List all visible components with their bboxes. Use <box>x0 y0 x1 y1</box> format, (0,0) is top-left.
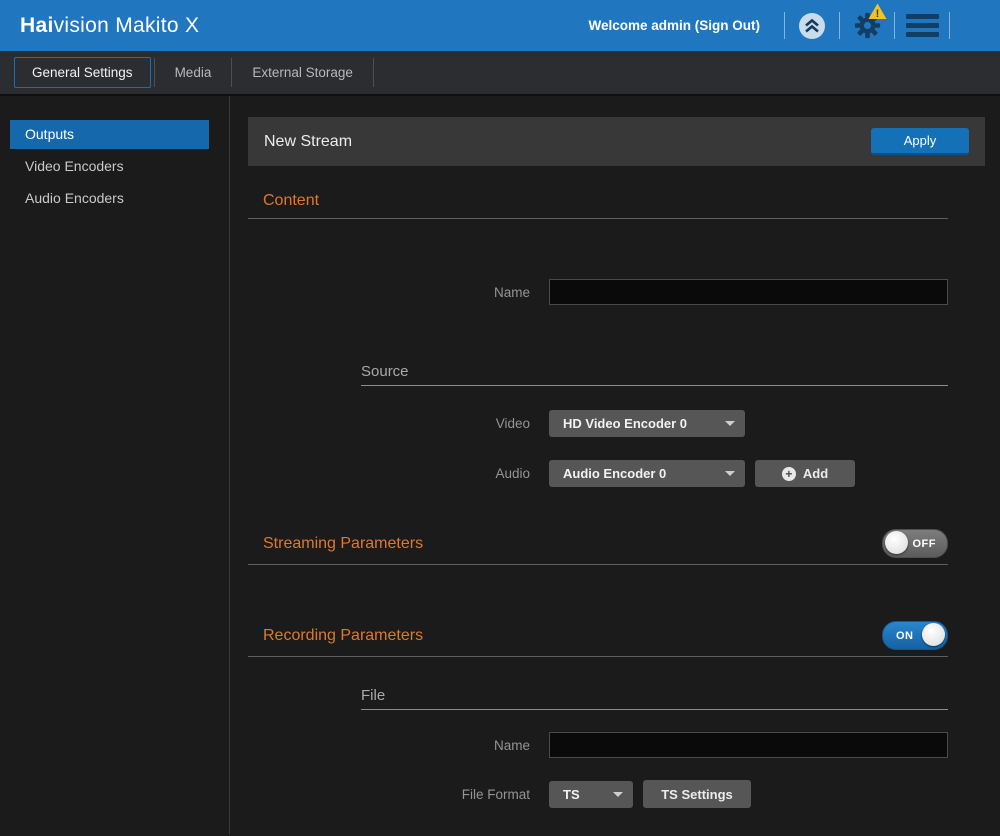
stream-name-input[interactable] <box>549 279 948 305</box>
caret-down-icon <box>725 421 735 426</box>
topbar-right-group: Welcome admin (Sign Out) <box>588 0 1000 51</box>
welcome-text: Welcome admin (Sign Out) <box>588 18 760 33</box>
streaming-section-header: Streaming Parameters OFF <box>248 529 948 558</box>
streaming-toggle-state: OFF <box>913 538 937 550</box>
tab-separator <box>154 58 155 87</box>
sign-out-link[interactable]: (Sign Out) <box>695 18 760 33</box>
audio-source-label: Audio <box>248 466 530 481</box>
menu-icon <box>906 14 939 37</box>
toggle-knob <box>922 623 945 646</box>
top-bar: Haivision Makito X Welcome admin (Sign O… <box>0 0 1000 51</box>
file-subsection-title: File <box>361 687 985 704</box>
topbar-divider <box>949 12 950 39</box>
sidebar-item-video-encoders[interactable]: Video Encoders <box>10 152 209 181</box>
main-content: New Stream Apply Content Name Source Vid… <box>230 96 1000 834</box>
file-format-value: TS <box>563 787 580 802</box>
recording-section-divider <box>248 656 948 657</box>
apply-button[interactable]: Apply <box>871 128 969 155</box>
file-subsection-divider <box>361 709 948 710</box>
caret-down-icon <box>725 471 735 476</box>
source-subsection-title: Source <box>361 363 985 380</box>
plus-circle-icon: + <box>782 467 796 481</box>
file-name-input[interactable] <box>549 732 948 758</box>
tab-separator <box>373 58 374 87</box>
video-source-label: Video <box>248 416 530 431</box>
tab-separator <box>231 58 232 87</box>
ts-settings-button[interactable]: TS Settings <box>643 780 751 808</box>
audio-source-row: Audio Audio Encoder 0 + Add <box>248 460 985 487</box>
add-audio-button-label: Add <box>803 466 828 481</box>
settings-button[interactable]: ! <box>840 0 894 51</box>
page-title: New Stream <box>264 133 352 151</box>
welcome-prefix: Welcome admin <box>588 18 694 33</box>
toggle-knob <box>885 531 908 554</box>
streaming-toggle[interactable]: OFF <box>882 529 948 558</box>
menu-button[interactable] <box>895 0 949 51</box>
content-section-header: Content <box>248 192 948 210</box>
recording-toggle-state: ON <box>896 630 914 642</box>
file-format-label: File Format <box>248 787 530 802</box>
video-source-value: HD Video Encoder 0 <box>563 416 687 431</box>
svg-text:!: ! <box>876 8 880 20</box>
add-audio-button[interactable]: + Add <box>755 460 855 487</box>
tab-general-settings[interactable]: General Settings <box>14 57 151 88</box>
streaming-section-divider <box>248 564 948 565</box>
status-icon <box>798 12 826 40</box>
caret-down-icon <box>613 792 623 797</box>
file-name-label: Name <box>248 738 530 753</box>
file-format-dropdown[interactable]: TS <box>549 781 633 808</box>
content-section-divider <box>248 218 948 219</box>
sidebar-item-audio-encoders[interactable]: Audio Encoders <box>10 184 209 213</box>
logo-bold: Hai <box>20 14 54 37</box>
audio-source-dropdown[interactable]: Audio Encoder 0 <box>549 460 745 487</box>
recording-section-title: Recording Parameters <box>263 627 423 645</box>
tab-external-storage[interactable]: External Storage <box>235 58 370 87</box>
audio-source-value: Audio Encoder 0 <box>563 466 666 481</box>
video-source-row: Video HD Video Encoder 0 <box>248 410 985 437</box>
main-tab-bar: General Settings Media External Storage <box>0 51 1000 96</box>
recording-toggle[interactable]: ON <box>882 621 948 650</box>
page-body: Outputs Video Encoders Audio Encoders Ne… <box>0 96 1000 834</box>
panel-header: New Stream Apply <box>248 117 985 166</box>
source-subsection-divider <box>361 385 948 386</box>
tab-media[interactable]: Media <box>158 58 229 87</box>
streaming-section-title: Streaming Parameters <box>263 535 423 553</box>
warning-badge-icon: ! <box>868 3 887 20</box>
recording-section-header: Recording Parameters ON <box>248 621 948 650</box>
stream-name-label: Name <box>248 285 530 300</box>
logo-rest: vision Makito X <box>54 14 200 37</box>
app-logo: Haivision Makito X <box>20 14 199 38</box>
sidebar: Outputs Video Encoders Audio Encoders <box>0 96 230 834</box>
video-source-dropdown[interactable]: HD Video Encoder 0 <box>549 410 745 437</box>
status-button[interactable] <box>785 0 839 51</box>
content-section-title: Content <box>263 192 319 210</box>
file-format-row: File Format TS TS Settings <box>248 780 985 808</box>
stream-name-row: Name <box>248 279 985 305</box>
sidebar-item-outputs[interactable]: Outputs <box>10 120 209 149</box>
file-name-row: Name <box>248 732 985 758</box>
